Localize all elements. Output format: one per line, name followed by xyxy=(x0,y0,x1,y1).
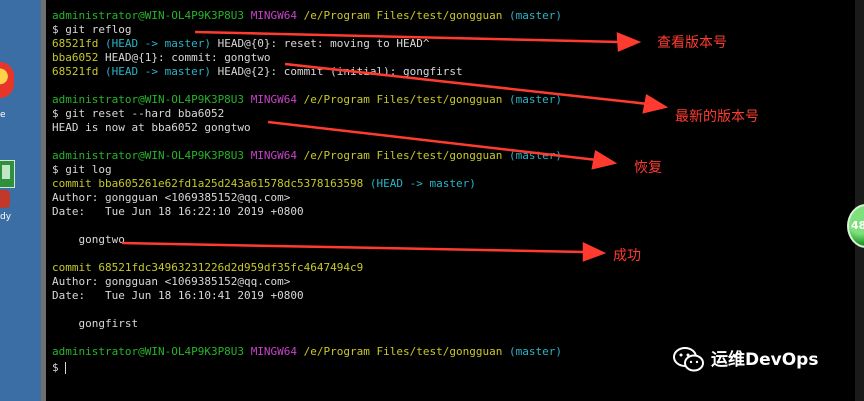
terminal-text: $ git reflog xyxy=(52,23,132,36)
terminal-text: HEAD is now at bba6052 gongtwo xyxy=(52,121,251,134)
terminal-text: HEAD@{1}: commit: gongtwo xyxy=(98,51,271,64)
terminal-text: Author: gongguan <1069385152@qq.com> xyxy=(52,191,291,204)
terminal-line: gongfirst xyxy=(52,317,864,331)
watermark-text: 运维DevOps xyxy=(711,350,819,370)
terminal-line: gongtwo xyxy=(52,233,864,247)
terminal-text: MINGW64 xyxy=(250,149,298,162)
terminal-text: $ git reset --hard bba6052 xyxy=(52,107,225,120)
terminal-text: bba6052 xyxy=(52,51,99,64)
terminal-text: Date: Tue Jun 18 16:10:41 2019 +0800 xyxy=(52,289,304,302)
desktop-icon-label: dy xyxy=(0,212,12,222)
terminal-text: (master) xyxy=(508,9,562,22)
watermark: 运维DevOps xyxy=(673,345,818,375)
terminal-text: (master) xyxy=(508,93,562,106)
terminal-text: gongtwo xyxy=(52,233,125,246)
terminal-output: administrator@WIN-OL4P9K3P8U3 MINGW64 /e… xyxy=(52,9,864,359)
terminal-text: (master) xyxy=(508,149,562,162)
wechat-icon xyxy=(673,347,704,372)
terminal-text: /e/Program Files/test/gongguan xyxy=(303,93,503,106)
terminal-window[interactable]: administrator@WIN-OL4P9K3P8U3 MINGW64 /e… xyxy=(41,0,864,401)
terminal-text: administrator@WIN-OL4P9K3P8U3 xyxy=(52,93,245,106)
terminal-line: 68521fd (HEAD -> master) HEAD@{0}: reset… xyxy=(52,37,864,51)
terminal-line: Author: gongguan <1069385152@qq.com> xyxy=(52,191,864,205)
terminal-line: commit 68521fdc34963231226d2d959df35fc46… xyxy=(52,261,864,275)
annotation-label-check-version: 查看版本号 xyxy=(657,35,727,51)
desktop-icon-label: e xyxy=(0,110,6,120)
terminal-text: Author: gongguan <1069385152@qq.com> xyxy=(52,275,291,288)
terminal-line: administrator@WIN-OL4P9K3P8U3 MINGW64 /e… xyxy=(52,149,864,163)
terminal-line: administrator@WIN-OL4P9K3P8U3 MINGW64 /e… xyxy=(52,93,864,107)
terminal-line: commit bba605261e62fd1a25d243a61578dc537… xyxy=(52,177,864,191)
terminal-line: $ git log xyxy=(52,163,864,177)
terminal-line: Author: gongguan <1069385152@qq.com> xyxy=(52,275,864,289)
terminal-text: MINGW64 xyxy=(250,9,298,22)
prompt-symbol: $ xyxy=(52,361,59,374)
terminal-text: $ git log xyxy=(52,163,112,176)
terminal-line: Date: Tue Jun 18 16:22:10 2019 +0800 xyxy=(52,205,864,219)
annotation-label-latest-version: 最新的版本号 xyxy=(675,109,759,125)
terminal-text: 68521fd xyxy=(52,37,99,50)
desktop-red-icon xyxy=(0,190,10,208)
terminal-text: (HEAD -> master) xyxy=(369,177,476,190)
scrollbar[interactable] xyxy=(855,0,864,401)
terminal-text: /e/Program Files/test/gongguan xyxy=(303,9,503,22)
terminal-text: HEAD@{0}: reset: moving to HEAD^ xyxy=(210,37,430,50)
annotation-label-success: 成功 xyxy=(613,248,641,264)
desktop-monitor-icon[interactable] xyxy=(0,160,15,188)
terminal-text: commit 68521fdc34963231226d2d959df35fc46… xyxy=(52,261,364,274)
terminal-text: (master) xyxy=(508,345,562,358)
terminal-line: $ git reflog xyxy=(52,23,864,37)
terminal-line: administrator@WIN-OL4P9K3P8U3 MINGW64 /e… xyxy=(52,9,864,23)
terminal-text: (HEAD -> master) xyxy=(104,37,211,50)
terminal-text: administrator@WIN-OL4P9K3P8U3 xyxy=(52,9,245,22)
terminal-text: (HEAD -> master) xyxy=(104,65,211,78)
terminal-line: Date: Tue Jun 18 16:10:41 2019 +0800 xyxy=(52,289,864,303)
terminal-text: /e/Program Files/test/gongguan xyxy=(303,149,503,162)
terminal-text: Date: Tue Jun 18 16:22:10 2019 +0800 xyxy=(52,205,304,218)
terminal-text: 68521fd xyxy=(52,65,99,78)
terminal-line: bba6052 HEAD@{1}: commit: gongtwo xyxy=(52,51,864,65)
terminal-text: /e/Program Files/test/gongguan xyxy=(303,345,503,358)
terminal-text: commit bba605261e62fd1a25d243a61578dc537… xyxy=(52,177,364,190)
desktop-app-icon[interactable] xyxy=(0,62,14,98)
terminal-text: administrator@WIN-OL4P9K3P8U3 xyxy=(52,345,245,358)
prompt-line[interactable]: $ xyxy=(52,361,66,375)
annotation-label-restore: 恢复 xyxy=(634,160,662,176)
text-cursor xyxy=(64,362,66,374)
terminal-text: administrator@WIN-OL4P9K3P8U3 xyxy=(52,149,245,162)
terminal-line: 68521fd (HEAD -> master) HEAD@{2}: commi… xyxy=(52,65,864,79)
terminal-text: MINGW64 xyxy=(250,93,298,106)
terminal-text: MINGW64 xyxy=(250,345,298,358)
terminal-text: HEAD@{2}: commit (initial): gongfirst xyxy=(210,65,463,78)
terminal-text: gongfirst xyxy=(52,317,139,330)
